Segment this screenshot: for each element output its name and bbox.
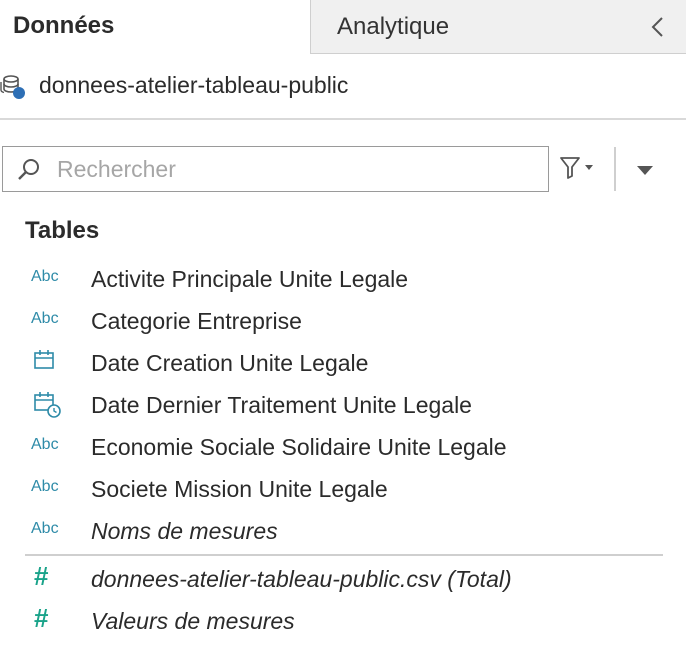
field-item[interactable]: Abc Economie Sociale Solidaire Unite Leg…: [0, 427, 686, 467]
field-label: Date Creation Unite Legale: [91, 350, 369, 376]
field-item[interactable]: Date Creation Unite Legale: [0, 343, 686, 383]
calendar-clock-icon: [34, 392, 61, 418]
string-type-icon: Abc: [31, 310, 59, 327]
string-type-icon: Abc: [31, 478, 59, 495]
field-label: Valeurs de mesures: [91, 608, 295, 634]
datasource-status-dot: [13, 87, 25, 99]
dimensions-measures-divider: [25, 554, 663, 556]
number-type-icon: #: [34, 561, 49, 591]
field-label: Economie Sociale Solidaire Unite Legale: [91, 434, 507, 460]
number-type-icon: #: [34, 603, 49, 633]
tab-analytique-label: Analytique: [337, 13, 450, 40]
filter-icon[interactable]: [558, 154, 602, 186]
calendar-icon: [34, 350, 54, 369]
field-label: Categorie Entreprise: [91, 308, 302, 334]
string-type-icon: Abc: [31, 436, 59, 453]
field-label: Noms de mesures: [91, 518, 278, 544]
field-item[interactable]: # Valeurs de mesures: [0, 601, 686, 641]
tables-heading: Tables: [25, 217, 100, 244]
tab-analytique[interactable]: Analytique: [310, 0, 686, 54]
string-type-icon: Abc: [31, 268, 59, 285]
string-type-icon: Abc: [31, 520, 59, 537]
toolbar-divider: [614, 147, 616, 191]
datasource-row[interactable]: donnees-atelier-tableau-public: [0, 54, 686, 120]
search-input[interactable]: [57, 153, 537, 185]
field-item[interactable]: Date Dernier Traitement Unite Legale: [0, 385, 686, 425]
tab-donnees[interactable]: Données: [0, 0, 310, 54]
field-item[interactable]: Abc Noms de mesures: [0, 511, 686, 551]
field-item[interactable]: Abc Societe Mission Unite Legale: [0, 469, 686, 509]
chevron-down-icon[interactable]: [630, 156, 660, 184]
tab-donnees-label: Données: [13, 12, 115, 39]
chevron-left-icon[interactable]: [648, 14, 668, 40]
field-item[interactable]: Abc Categorie Entreprise: [0, 301, 686, 341]
field-item[interactable]: # donnees-atelier-tableau-public.csv (To…: [0, 559, 686, 599]
search-icon: [18, 159, 39, 180]
field-item[interactable]: Abc Activite Principale Unite Legale: [0, 259, 686, 299]
field-label: donnees-atelier-tableau-public.csv (Tota…: [91, 566, 512, 592]
datasource-name: donnees-atelier-tableau-public: [39, 72, 349, 98]
panel-tabbar: Données Analytique: [0, 0, 686, 54]
field-label: Societe Mission Unite Legale: [91, 476, 388, 502]
field-label: Date Dernier Traitement Unite Legale: [91, 392, 472, 418]
search-box[interactable]: [2, 146, 549, 192]
field-label: Activite Principale Unite Legale: [91, 266, 409, 292]
datasource-icon: [0, 75, 25, 99]
